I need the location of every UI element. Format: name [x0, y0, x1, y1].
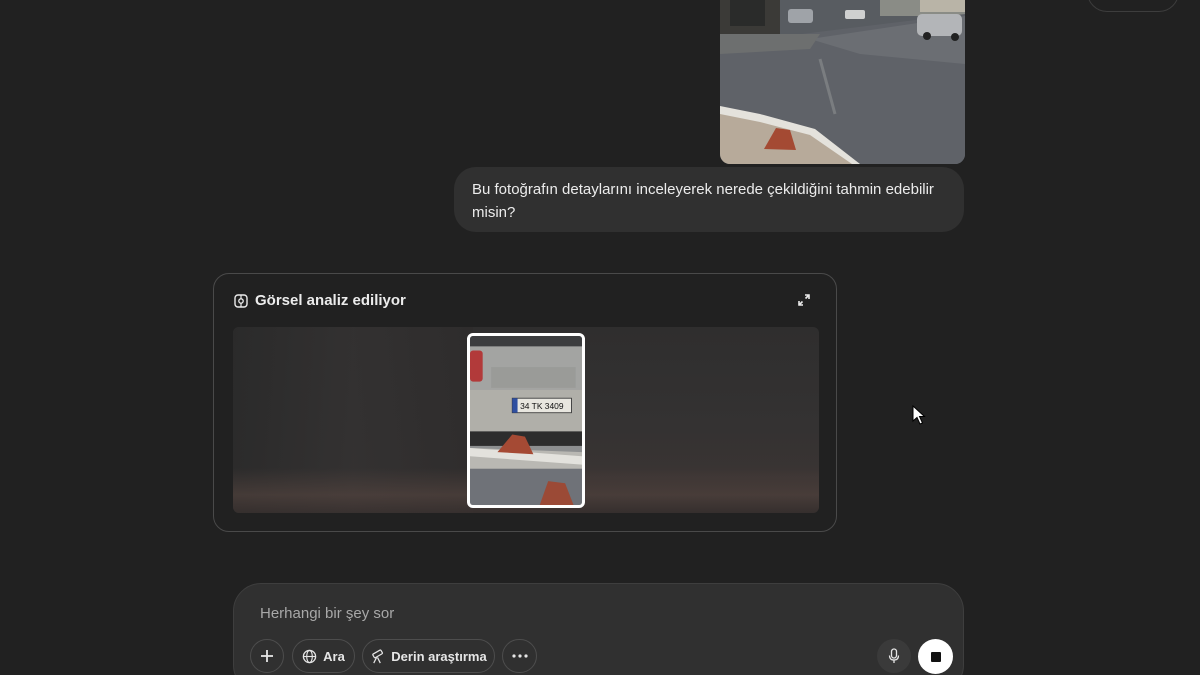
uploaded-street-photo[interactable] — [720, 0, 965, 164]
plus-icon — [261, 650, 273, 662]
expand-icon[interactable] — [798, 294, 810, 306]
user-message-bubble: Bu fotoğrafın detaylarını inceleyerek ne… — [454, 167, 964, 232]
top-right-button[interactable] — [1087, 0, 1179, 12]
image-analysis-card: Görsel analiz ediliyor 34 TK 3409 — [213, 273, 837, 532]
voice-input-button[interactable] — [877, 639, 911, 673]
image-analysis-icon — [234, 293, 248, 308]
search-button[interactable]: Ara — [292, 639, 355, 673]
deep-research-label: Derin araştırma — [391, 648, 487, 664]
globe-icon — [302, 649, 317, 663]
analysis-preview-strip: 34 TK 3409 — [233, 327, 819, 513]
deep-research-button[interactable]: Derin araştırma — [362, 639, 495, 673]
add-attachment-button[interactable] — [250, 639, 284, 673]
analysis-header: Görsel analiz ediliyor — [234, 292, 406, 309]
search-button-label: Ara — [323, 648, 345, 664]
focused-crop-frame: 34 TK 3409 — [467, 333, 585, 508]
prompt-input[interactable] — [260, 602, 820, 624]
message-composer: Ara Derin araştırma — [233, 583, 964, 675]
stop-icon — [930, 651, 941, 662]
license-plate-text: 34 TK 3409 — [520, 401, 564, 411]
chat-page: Bu fotoğrafın detaylarını inceleyerek ne… — [0, 0, 1200, 675]
microphone-icon — [888, 648, 900, 663]
car-plate-crop-image: 34 TK 3409 — [470, 336, 582, 505]
stop-generating-button[interactable] — [918, 639, 953, 674]
street-photo-image — [720, 0, 965, 164]
more-tools-button[interactable] — [502, 639, 537, 673]
telescope-icon — [372, 648, 384, 663]
analysis-title: Görsel analiz ediliyor — [255, 292, 406, 309]
more-dots-icon — [511, 654, 528, 658]
mouse-cursor-icon — [912, 405, 926, 425]
